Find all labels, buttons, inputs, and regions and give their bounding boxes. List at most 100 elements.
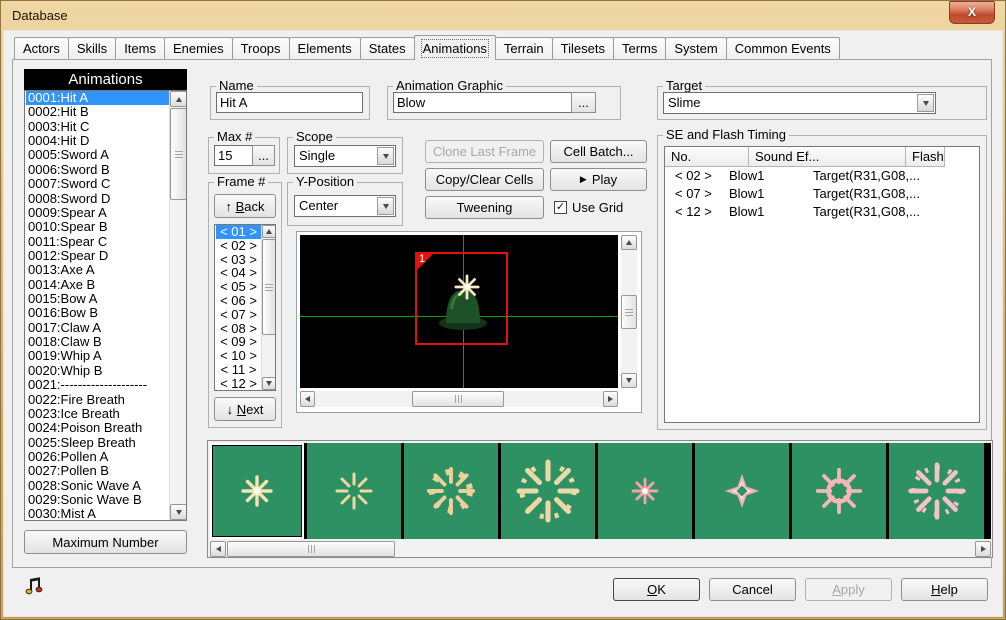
frame-cell-1[interactable] [210,443,307,539]
frame-list-item[interactable]: < 06 > [216,294,261,308]
tab[interactable]: Animations [414,35,496,60]
animations-list-item[interactable]: 0011:Spear C [26,235,169,249]
tab[interactable]: Enemies [164,37,233,59]
cell-selection-box[interactable]: 1 [415,252,508,345]
max-input[interactable] [214,145,253,166]
animations-list-item[interactable]: 0007:Sword C [26,177,169,191]
animations-list-item[interactable]: 0024:Poison Breath [26,421,169,435]
tab[interactable]: Terms [613,37,666,59]
tab[interactable]: Tilesets [552,37,614,59]
frame-cell-2[interactable] [307,443,404,539]
scroll-up-button[interactable] [262,225,276,238]
scroll-up-button[interactable] [621,235,637,250]
animations-list-item[interactable]: 0003:Hit C [26,120,169,134]
tweening-button[interactable]: Tweening [425,196,544,219]
frame-list-scrollbar[interactable] [261,225,275,390]
frame-cell-8[interactable] [889,443,986,539]
timing-column-header[interactable]: Sound Ef... [749,147,906,167]
copy-clear-cells-button[interactable]: Copy/Clear Cells [425,168,544,191]
frame-cell-3[interactable] [404,443,501,539]
animations-list-item[interactable]: 0029:Sonic Wave B [26,493,169,507]
animations-list-item[interactable]: 0013:Axe A [26,263,169,277]
animations-list-item[interactable]: 0014:Axe B [26,278,169,292]
timing-row[interactable]: < 07 > Blow1 Target(R31,G08,... [665,185,979,203]
animations-list-item[interactable]: 0005:Sword A [26,148,169,162]
scope-dropdown[interactable]: Single [294,145,396,167]
play-button[interactable]: ▶ Play [550,168,647,191]
animations-list-item[interactable]: 0025:Sleep Breath [26,436,169,450]
frame-back-button[interactable]: ↑ Back [214,194,276,218]
scroll-left-button[interactable] [210,541,226,557]
frame-list-item[interactable]: < 09 > [216,335,261,349]
animations-list-item[interactable]: 0027:Pollen B [26,464,169,478]
frame-cell-7[interactable] [792,443,889,539]
name-input[interactable] [216,92,363,113]
scroll-up-button[interactable] [170,91,187,107]
animations-list-item[interactable]: 0006:Sword B [26,163,169,177]
cancel-button[interactable]: Cancel [709,578,796,601]
animations-list-item[interactable]: 0015:Bow A [26,292,169,306]
frame-list-item[interactable]: < 07 > [216,308,261,322]
use-grid-checkbox[interactable]: ✓ Use Grid [554,199,623,215]
y-position-dropdown[interactable]: Center [294,195,396,217]
animations-list-item[interactable]: 0017:Claw A [26,321,169,335]
scroll-left-button[interactable] [300,391,315,407]
tab[interactable]: Troops [232,37,290,59]
tab[interactable]: Items [115,37,165,59]
frame-next-button[interactable]: ↓ Next [214,397,276,421]
ok-button[interactable]: OK [613,578,700,601]
scroll-down-button[interactable] [262,377,276,390]
frame-list-item[interactable]: < 03 > [216,253,261,267]
animations-list-item[interactable]: 0022:Fire Breath [26,393,169,407]
checkbox-check-icon[interactable]: ✓ [554,201,567,214]
scroll-down-button[interactable] [621,373,637,388]
preview-canvas[interactable]: 1 [300,235,618,388]
timing-row[interactable]: < 12 > Blow1 Target(R31,G08,... [665,203,979,221]
tab[interactable]: Common Events [726,37,840,59]
tab[interactable]: Skills [68,37,116,59]
tab[interactable]: Actors [14,37,69,59]
dropdown-arrow-button[interactable] [377,197,394,215]
frame-cell-6[interactable] [695,443,792,539]
close-button[interactable]: X [949,1,995,24]
frame-list-item[interactable]: < 05 > [216,280,261,294]
animations-list-item[interactable]: 0016:Bow B [26,306,169,320]
animations-scrollbar[interactable] [169,91,186,520]
tab[interactable]: System [665,37,726,59]
animations-list-item[interactable]: 0018:Claw B [26,335,169,349]
animations-list-item[interactable]: 0026:Pollen A [26,450,169,464]
frame-list-item[interactable]: < 02 > [216,239,261,253]
frame-list-item[interactable]: < 08 > [216,322,261,336]
timing-row[interactable]: < 02 > Blow1 Target(R31,G08,... [665,167,979,185]
tab[interactable]: Terrain [495,37,553,59]
animation-graphic-browse-button[interactable]: ... [571,92,596,113]
titlebar[interactable]: Database X [0,0,1006,30]
animations-list-item[interactable]: 0023:Ice Breath [26,407,169,421]
animations-list-item[interactable]: 0030:Mist A [26,507,169,521]
animations-list-item[interactable]: 0009:Spear A [26,206,169,220]
target-dropdown[interactable]: Slime [663,92,936,114]
frame-cell-4[interactable] [501,443,598,539]
animations-list-item[interactable]: 0020:Whip B [26,364,169,378]
cell-batch-button[interactable]: Cell Batch... [550,140,647,163]
timing-column-header[interactable]: Flash [906,147,945,167]
timing-column-header[interactable]: No. [665,147,749,167]
scroll-thumb[interactable] [262,239,276,335]
animations-list-item[interactable]: 0002:Hit B [26,105,169,119]
animations-list-item[interactable]: 0010:Spear B [26,220,169,234]
animations-list-item[interactable]: 0004:Hit D [26,134,169,148]
scroll-right-button[interactable] [603,391,618,407]
maximum-number-button[interactable]: Maximum Number [24,530,187,554]
preview-vertical-scrollbar[interactable] [621,235,637,388]
scroll-down-button[interactable] [170,504,187,520]
animations-list-item[interactable]: 0008:Sword D [26,192,169,206]
scroll-thumb[interactable] [621,295,637,329]
dropdown-arrow-button[interactable] [377,147,394,165]
animations-list-item[interactable]: 0019:Whip A [26,349,169,363]
frame-strip-scrollbar[interactable] [210,541,991,557]
animation-graphic-input[interactable] [393,92,572,113]
animations-list-item[interactable]: 0001:Hit A [26,91,169,105]
dropdown-arrow-button[interactable] [917,94,934,112]
scroll-thumb[interactable] [227,541,395,557]
frame-list-item[interactable]: < 04 > [216,266,261,280]
